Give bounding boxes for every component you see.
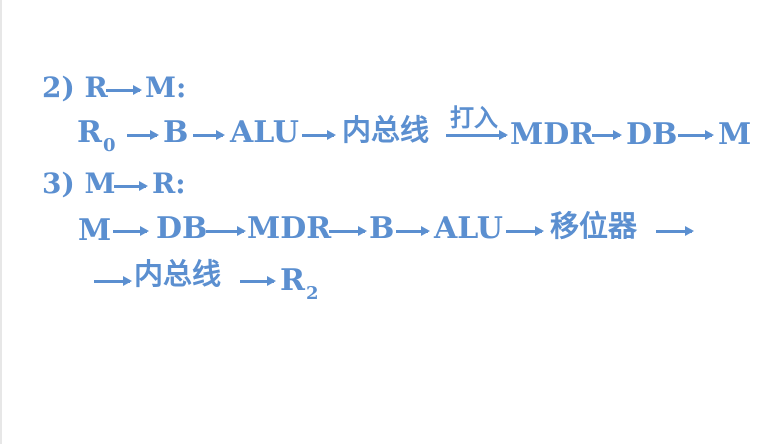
register-r0: R0 xyxy=(77,115,115,155)
heading-m-to-r-target: R: xyxy=(152,167,186,200)
arrow-icon xyxy=(329,226,367,236)
register-r0-label: R xyxy=(77,115,102,150)
alu: ALU xyxy=(434,211,503,246)
arrow-icon xyxy=(206,226,246,236)
bus-b: B xyxy=(369,211,395,246)
slide: 2) R M: R0 B ALU 内总线 打入 MDR DB M 3) M R:… xyxy=(0,0,762,444)
mdr: MDR xyxy=(510,117,595,152)
arrow-icon xyxy=(446,130,508,140)
memory-m: M xyxy=(78,213,112,248)
register-r2-subscript: 2 xyxy=(305,283,319,304)
arrow-icon xyxy=(302,130,336,140)
slide-left-edge xyxy=(0,0,2,444)
arrow-icon xyxy=(506,226,544,236)
arrow-icon xyxy=(106,85,142,95)
bus-b: B xyxy=(163,115,189,150)
internal-bus: 内总线 xyxy=(342,113,430,147)
register-r0-subscript: 0 xyxy=(102,135,116,156)
memory-m: M xyxy=(718,117,752,152)
data-bus-db: DB xyxy=(156,211,208,246)
arrow-icon xyxy=(94,276,132,286)
arrow-icon xyxy=(240,276,276,286)
arrow-icon xyxy=(114,181,148,191)
internal-bus: 内总线 xyxy=(134,257,222,291)
arrow-icon xyxy=(656,226,694,236)
arrow-icon xyxy=(678,130,714,140)
arrow-icon xyxy=(193,130,225,140)
arrow-icon xyxy=(592,130,622,140)
arrow-icon xyxy=(396,226,430,236)
latch-in-label: 打入 xyxy=(450,104,498,132)
heading-r-to-m-label: 2) R xyxy=(42,71,108,104)
heading-m-to-r-label: 3) M xyxy=(42,167,116,200)
data-bus-db: DB xyxy=(626,117,678,152)
shifter: 移位器 xyxy=(550,209,638,243)
arrow-icon xyxy=(113,226,149,236)
mdr: MDR xyxy=(247,211,332,246)
arrow-icon xyxy=(127,130,159,140)
alu: ALU xyxy=(230,115,299,150)
heading-r-to-m-target: M: xyxy=(145,71,187,104)
register-r2: R2 xyxy=(280,263,318,303)
register-r2-label: R xyxy=(280,263,305,298)
